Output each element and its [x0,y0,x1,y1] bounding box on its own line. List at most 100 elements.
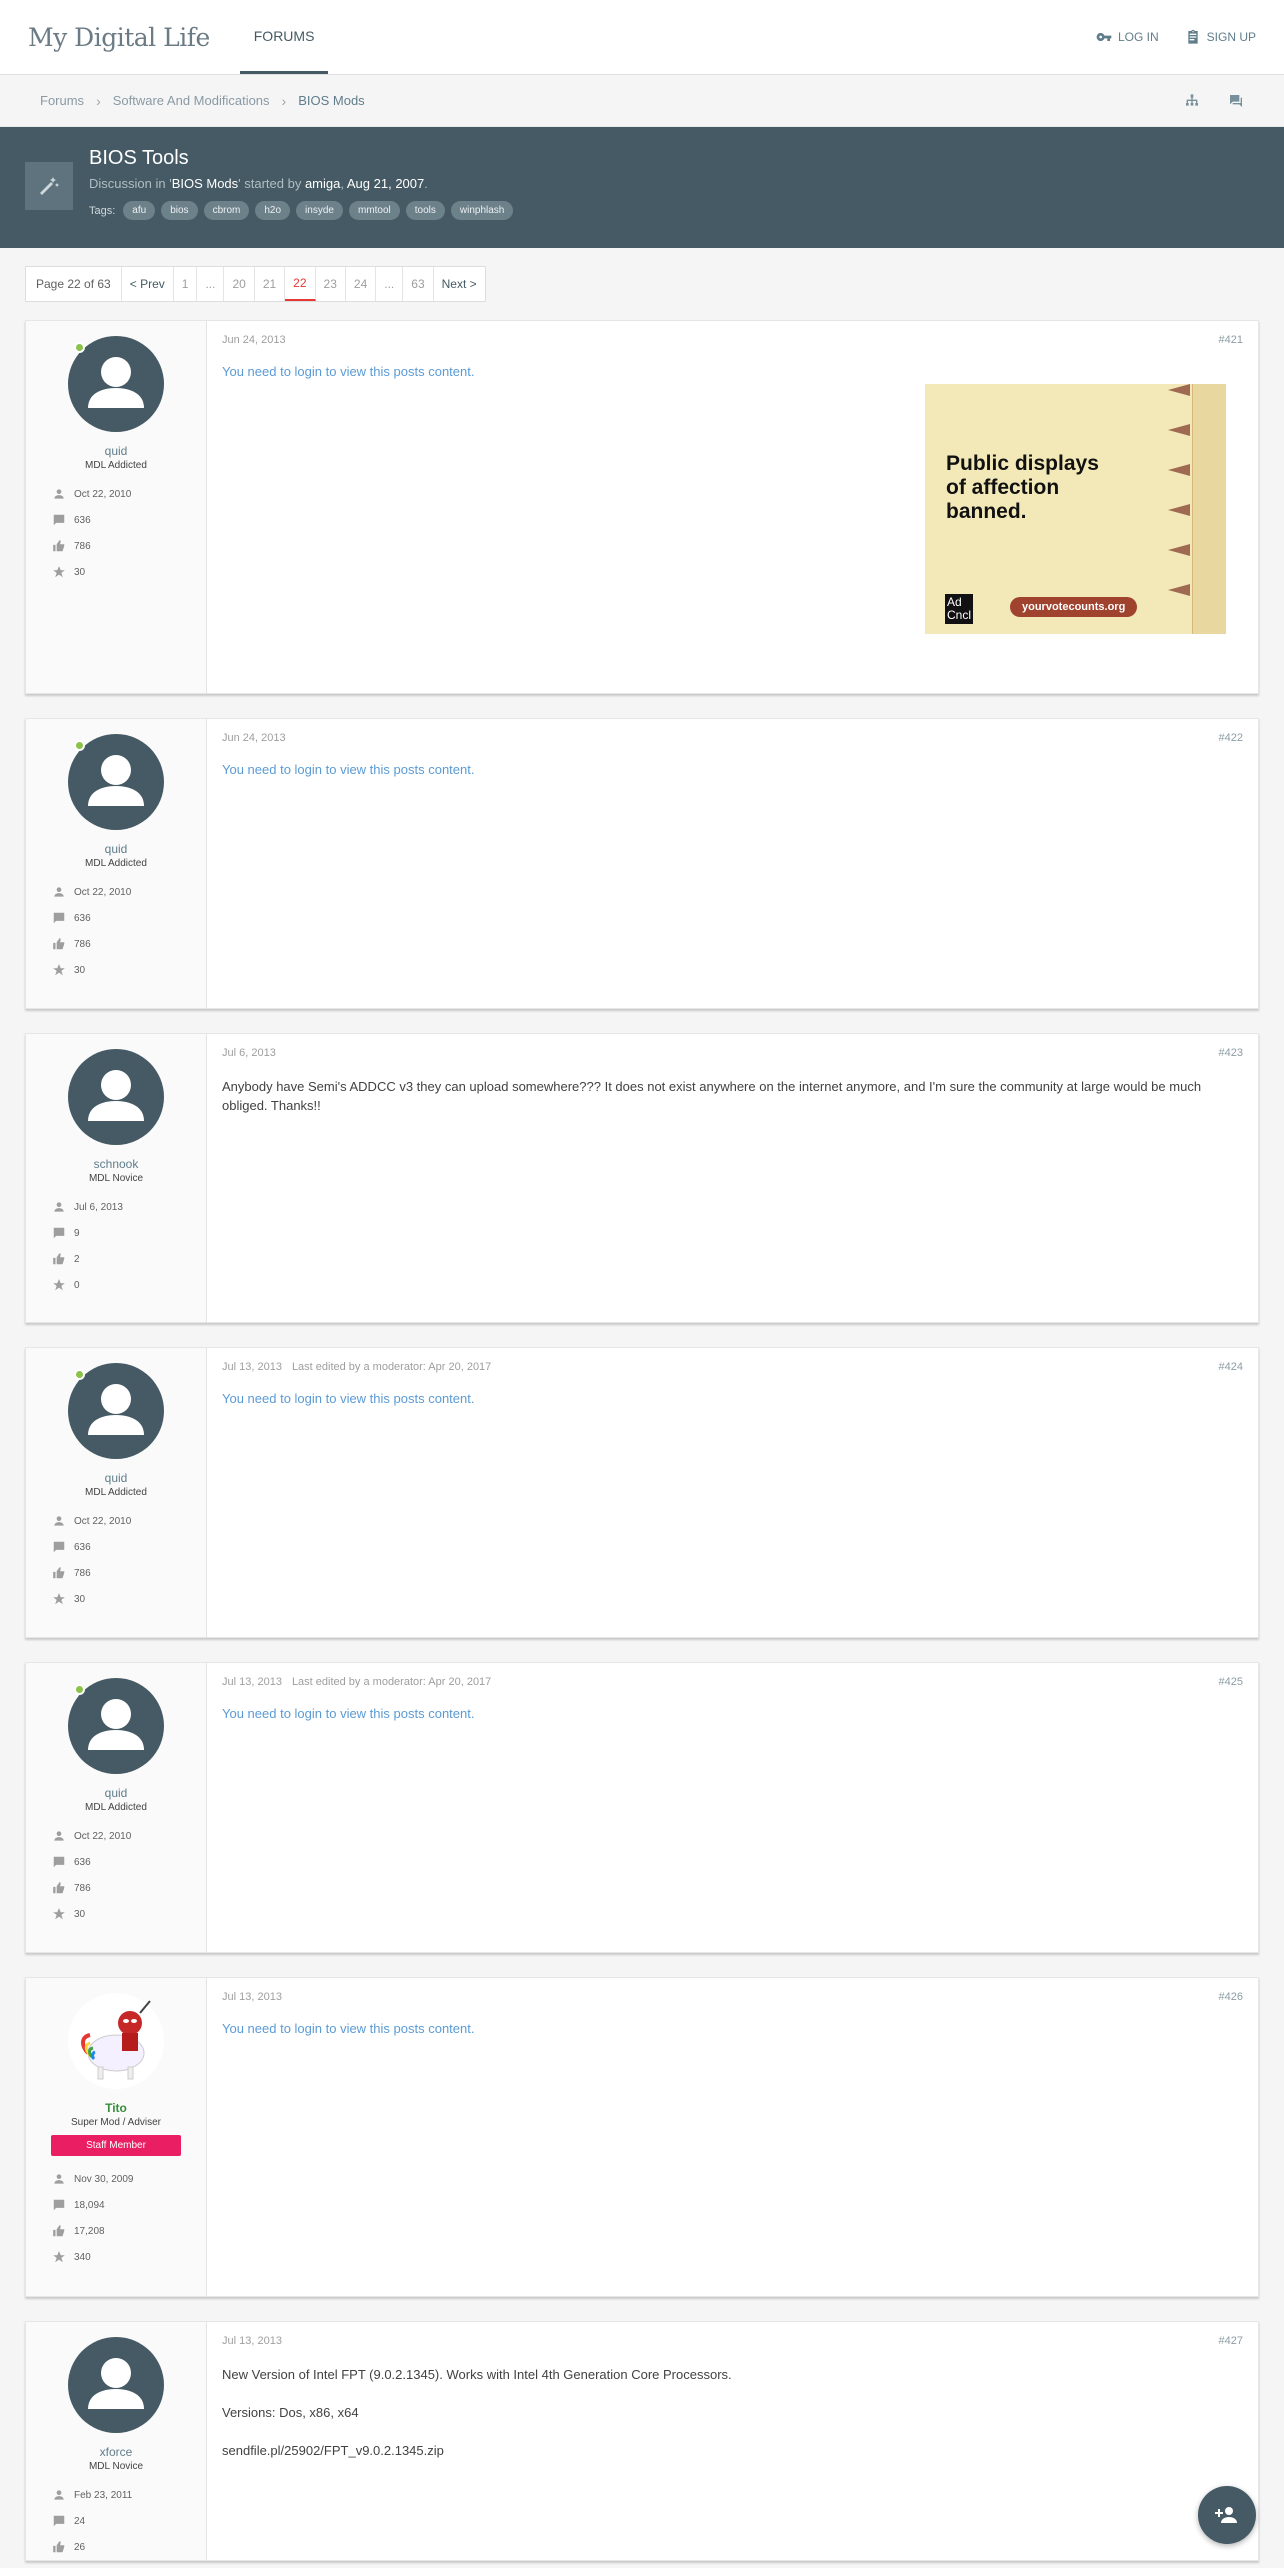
user-title: MDL Novice [88,1173,144,1184]
page-ellipsis[interactable]: ... [197,267,225,301]
register-fab-button[interactable] [1198,2486,1256,2544]
prev-page-button[interactable]: < Prev [122,267,174,301]
post-date[interactable]: Jul 13, 2013 [222,1361,282,1373]
tag[interactable]: insyde [296,201,343,220]
messages-stat: 636 [52,1534,206,1560]
login-required-message[interactable]: You need to login to view this posts con… [222,2021,1243,2036]
page-link[interactable]: 20 [224,267,255,301]
page-ellipsis[interactable]: ... [376,267,404,301]
tag[interactable]: tools [405,201,445,220]
joined-date: Oct 22, 2010 [74,1515,132,1527]
tag[interactable]: h2o [255,201,291,220]
next-page-button[interactable]: Next > [434,267,485,301]
likes-count: 26 [74,2541,86,2553]
message-icon [53,514,65,526]
thread-info: BIOS Tools Discussion in 'BIOS Mods' sta… [89,147,514,228]
post-date[interactable]: Jul 6, 2013 [222,1047,276,1059]
avatar[interactable] [68,1678,164,1774]
tag[interactable]: bios [161,201,198,220]
person-icon [54,2490,64,2500]
username[interactable]: quid [105,444,128,458]
thread-author-link[interactable]: amiga [305,176,340,191]
user-title: MDL Addicted [85,1487,147,1498]
tag[interactable]: afu [123,201,156,220]
username[interactable]: quid [105,842,128,856]
signup-link[interactable]: SIGN UP [1185,29,1256,45]
page-link[interactable]: 21 [255,267,286,301]
user-info: xforce MDL Novice Feb 23, 2011 24 26 [26,2322,207,2560]
post-date[interactable]: Jul 13, 2013 [222,2335,282,2347]
login-link[interactable]: LOG IN [1096,29,1159,45]
message-count: 9 [74,1227,80,1239]
advertisement[interactable]: Public displays of affection banned. Ad … [925,384,1226,634]
tag[interactable]: cbrom [203,201,250,220]
signup-label: SIGN UP [1206,30,1256,44]
username[interactable]: quid [105,1471,128,1485]
messages-stat: 24 [52,2508,206,2534]
post-date[interactable]: Jul 13, 2013 [222,1991,282,2003]
ad-headline-line: of affection [946,476,1060,499]
thumbs-up-icon [53,1567,65,1579]
post-body: Jul 13, 2013 Last edited by a moderator:… [207,1663,1258,1952]
sitemap-icon[interactable] [1184,93,1200,109]
login-required-message[interactable]: You need to login to view this posts con… [222,1391,1243,1406]
avatar[interactable] [68,2337,164,2433]
messages-stat: 636 [52,905,206,931]
post-number[interactable]: #426 [1219,1991,1243,2003]
points-stat: 30 [52,1901,206,1927]
avatar[interactable] [68,734,164,830]
avatar[interactable] [68,1049,164,1145]
post-date[interactable]: Jun 24, 2013 [222,732,286,744]
chat-bubble-icon[interactable] [1228,93,1244,109]
breadcrumb-bios-mods[interactable]: BIOS Mods [298,93,364,108]
page-link[interactable]: 63 [403,267,434,301]
message-count: 636 [74,912,91,924]
post-date[interactable]: Jun 24, 2013 [222,334,286,346]
login-required-message[interactable]: You need to login to view this posts con… [222,364,1243,379]
thread-forum-link[interactable]: BIOS Mods [172,176,238,191]
username[interactable]: quid [105,1786,128,1800]
points-count: 30 [74,964,86,976]
username[interactable]: xforce [100,2445,133,2459]
post-number[interactable]: #421 [1219,334,1243,346]
avatar[interactable] [68,1363,164,1459]
ad-cta[interactable]: yourvotecounts.org [1010,597,1138,617]
tab-forums[interactable]: FORUMS [239,0,329,74]
likes-count: 786 [74,1882,91,1894]
avatar[interactable] [68,1993,164,2089]
ad-arrow-icon [1168,464,1190,476]
download-link[interactable]: sendfile.pl/25902/FPT_v9.0.2.1345.zip [222,2441,1243,2460]
post: Tito Super Mod / Adviser Staff Member No… [25,1977,1259,2297]
post: quid MDL Addicted Oct 22, 2010 636 786 3… [25,320,1259,694]
post-meta: Jul 13, 2013 #427 [222,2335,1243,2347]
points-count: 30 [74,566,86,578]
post-number[interactable]: #427 [1219,2335,1243,2347]
star-icon [53,1908,65,1920]
user-stats: Feb 23, 2011 24 26 [26,2472,206,2560]
username[interactable]: schnook [94,1157,139,1171]
site-logo[interactable]: My Digital Life [28,0,210,74]
post: schnook MDL Novice Jul 6, 2013 9 2 0 Jul… [25,1033,1259,1323]
login-required-message[interactable]: You need to login to view this posts con… [222,1706,1243,1721]
tag[interactable]: winphlash [450,201,514,220]
current-page[interactable]: 22 [285,267,316,301]
post-number[interactable]: #423 [1219,1047,1243,1059]
edit-note: Last edited by a moderator: Apr 20, 2017 [291,1361,492,1373]
page-link[interactable]: 23 [316,267,346,301]
points-count: 30 [74,1593,86,1605]
avatar[interactable] [68,336,164,432]
post-number[interactable]: #424 [1219,1361,1243,1373]
username[interactable]: Tito [105,2101,127,2115]
login-required-message[interactable]: You need to login to view this posts con… [222,762,1243,777]
page-link[interactable]: 24 [346,267,377,301]
points-stat: 340 [52,2244,206,2270]
post-number[interactable]: #422 [1219,732,1243,744]
breadcrumb-forums[interactable]: Forums [40,93,84,108]
likes-stat: 786 [52,1875,206,1901]
post-date[interactable]: Jul 13, 2013 [222,1676,282,1688]
page-link[interactable]: 1 [174,267,198,301]
tag[interactable]: mmtool [348,201,400,220]
breadcrumb-software[interactable]: Software And Modifications [113,93,270,108]
post-number[interactable]: #425 [1219,1676,1243,1688]
post: quid MDL Addicted Oct 22, 2010 636 786 3… [25,1347,1259,1638]
